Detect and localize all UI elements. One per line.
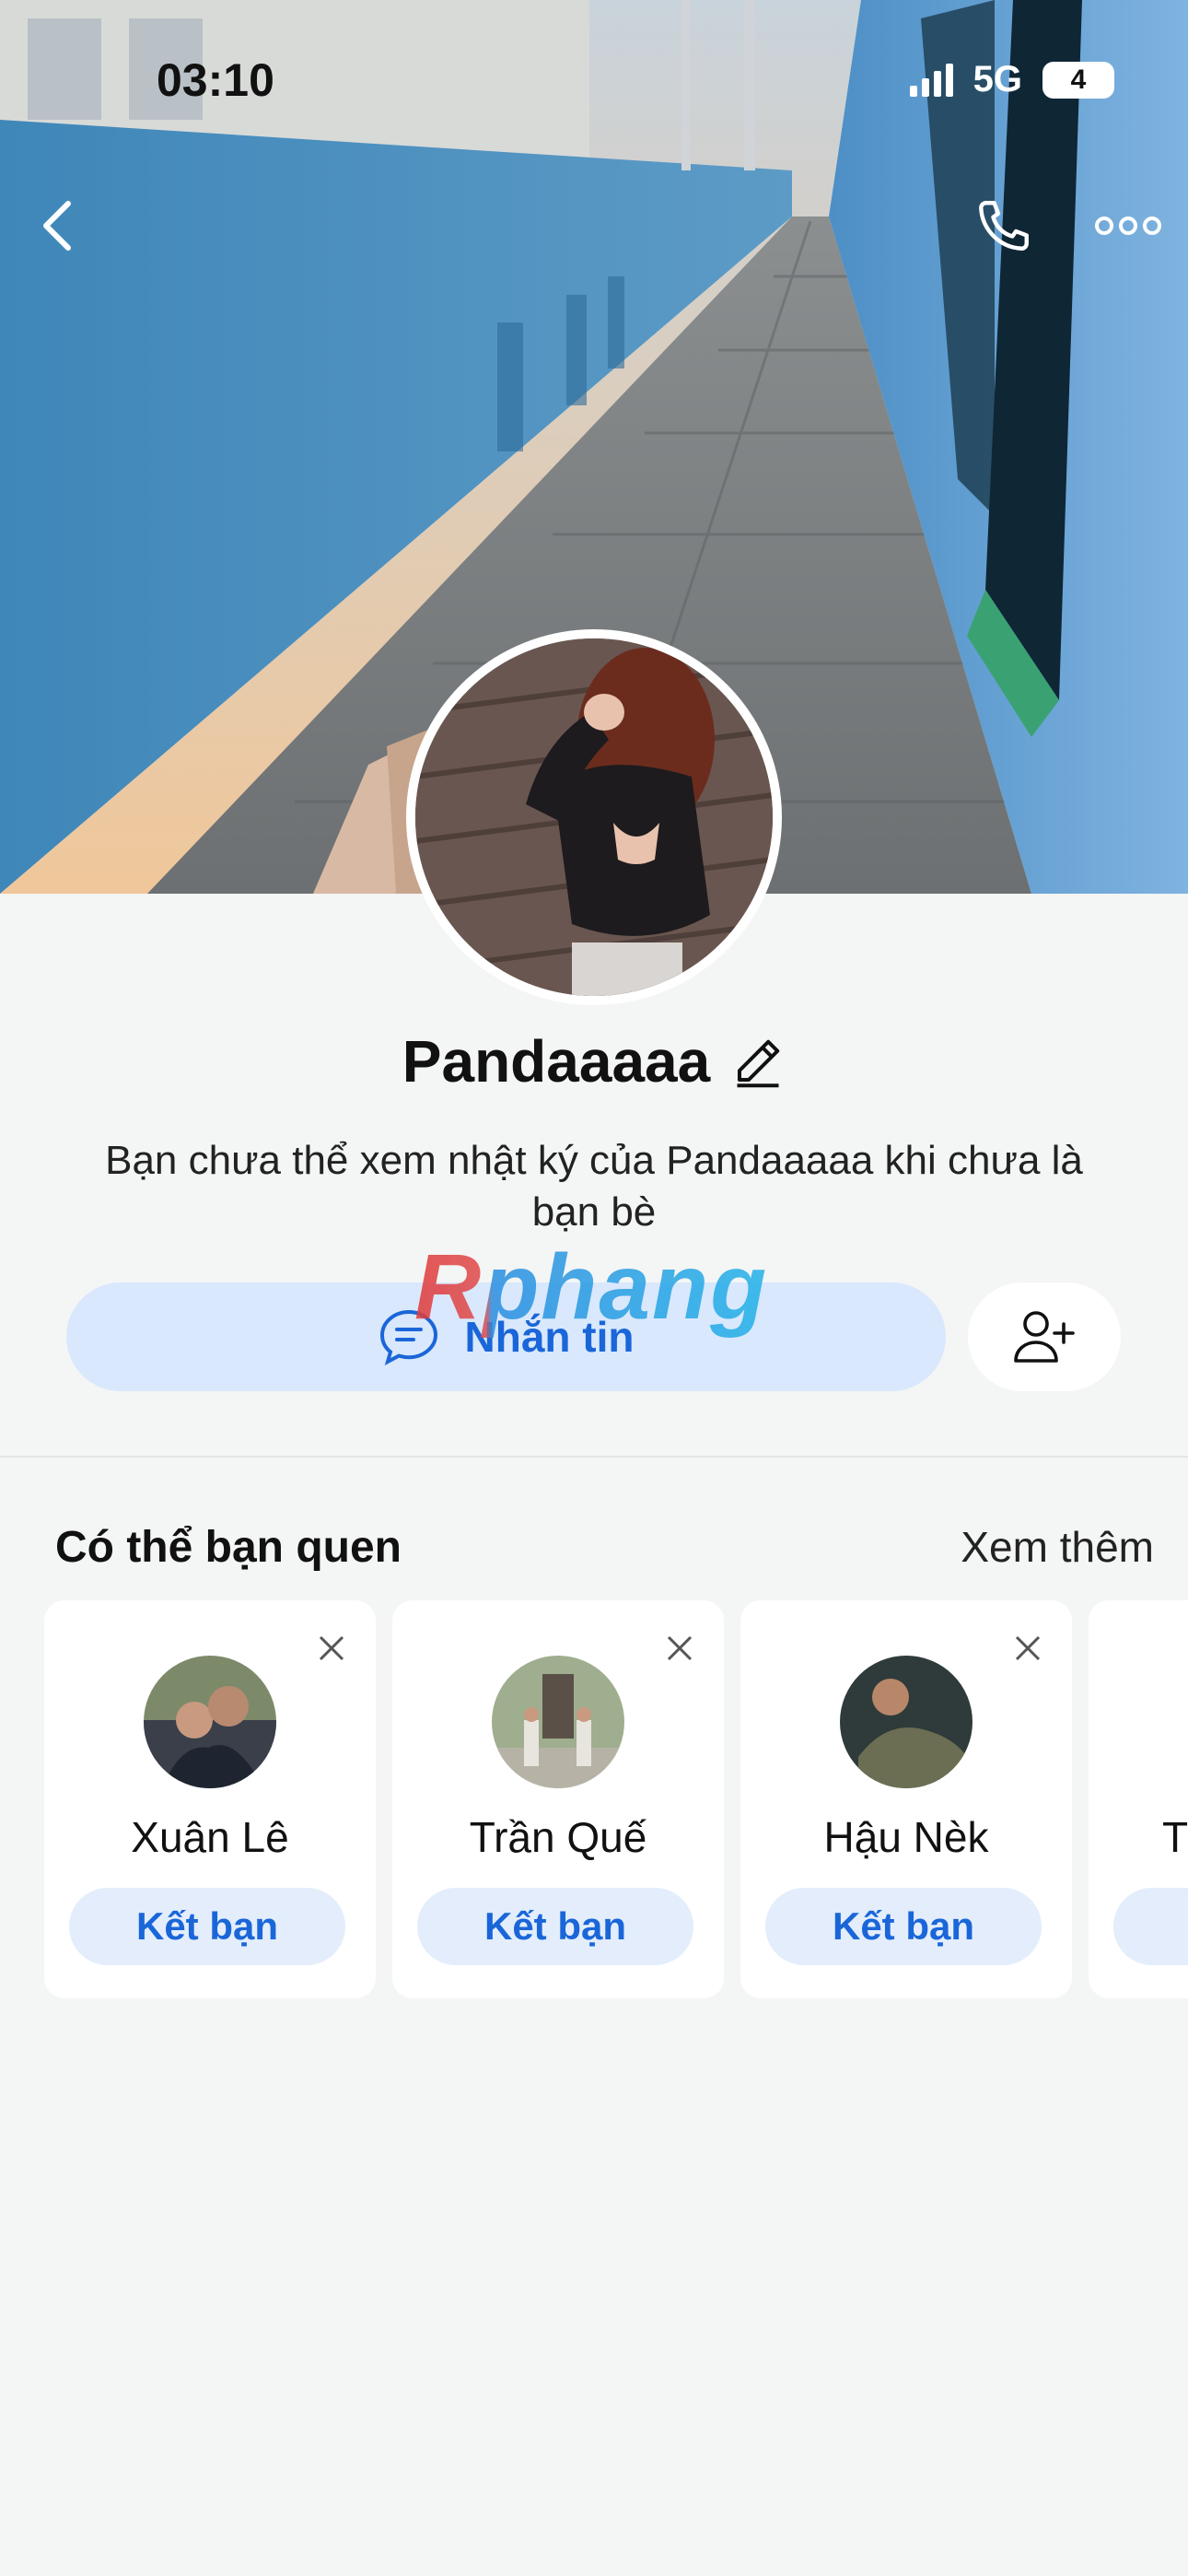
network-label: 5G [973,59,1022,100]
battery-level: 4 [1070,64,1087,95]
close-icon [319,1635,344,1661]
suggestions-title: Có thể bạn quen [55,1523,402,1572]
add-friend-card-button[interactable]: Kết bạn [765,1888,1042,1965]
suggestion-cards: Xuân Lê Kết bạn Trần Quế Kết bạn Hậu Nèk… [0,1600,1188,1998]
message-button[interactable]: Nhắn tin [66,1282,946,1391]
close-icon [1015,1635,1041,1661]
suggestion-name: T [1162,1813,1188,1861]
more-button[interactable] [1082,180,1174,272]
battery-icon: 4 [1042,61,1114,99]
dismiss-button[interactable] [654,1622,705,1674]
suggestion-card[interactable]: Xuân Lê Kết bạn [44,1600,376,1998]
suggestion-name: Xuân Lê [131,1813,289,1861]
status-time: 03:10 [157,54,274,106]
see-more-link[interactable]: Xem thêm [961,1522,1154,1572]
add-friend-card-button[interactable]: Kết bạn [417,1888,693,1965]
chevron-left-icon [43,201,71,251]
profile-name: Pandaaaaa [402,1028,711,1095]
more-horizontal-icon [1095,217,1161,235]
dismiss-button[interactable] [1002,1622,1054,1674]
suggestion-name: Hậu Nèk [823,1813,989,1861]
back-button[interactable] [11,180,103,272]
profile-name-row: Pandaaaaa [0,1027,1188,1095]
signal-icon [909,63,953,97]
chat-bubble-icon [379,1309,437,1365]
phone-icon [979,201,1029,251]
diary-restriction-note: Bạn chưa thể xem nhật ký của Pandaaaaa k… [105,1138,1083,1235]
add-friend-button[interactable] [968,1282,1121,1391]
message-button-label: Nhắn tin [464,1313,635,1361]
status-bar: 03:10 5G 4 [0,0,1188,157]
add-friend-card-button[interactable]: Kết bạn [69,1888,345,1965]
avatar[interactable] [492,1656,624,1788]
section-divider [0,1456,1188,1458]
status-indicators: 5G 4 [909,59,1114,100]
avatar[interactable] [144,1656,276,1788]
call-button[interactable] [958,180,1050,272]
avatar[interactable] [840,1656,973,1788]
suggestion-card[interactable]: Hậu Nèk Kết bạn [740,1600,1072,1998]
add-user-icon [1014,1311,1075,1363]
suggestion-card[interactable]: T [1089,1600,1188,1998]
close-icon [667,1635,693,1661]
suggestion-card[interactable]: Trần Quế Kết bạn [392,1600,724,1998]
dismiss-button[interactable] [306,1622,357,1674]
add-friend-card-button[interactable] [1113,1888,1188,1965]
pencil-icon[interactable] [730,1034,786,1089]
profile-avatar[interactable] [406,629,782,1005]
suggestion-name: Trần Quế [469,1813,647,1861]
